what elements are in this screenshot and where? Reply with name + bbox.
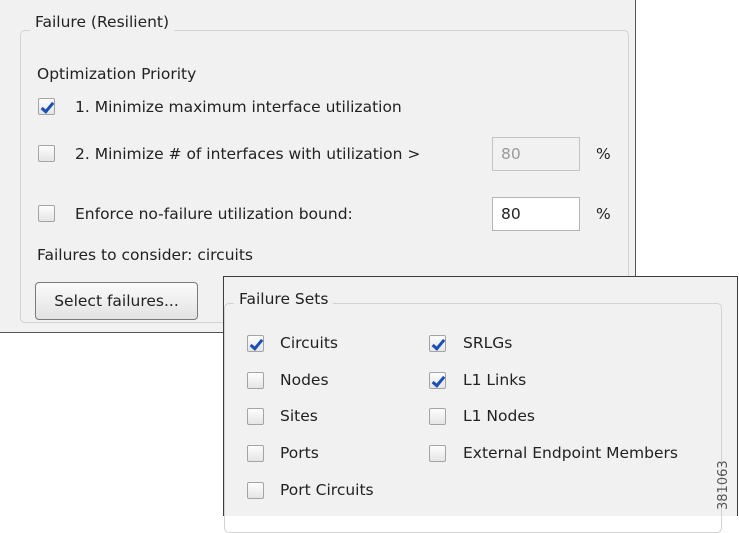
ports-checkbox[interactable] bbox=[247, 445, 264, 462]
figure-id: 381063 bbox=[716, 460, 731, 510]
minimize-interfaces-checkbox[interactable] bbox=[38, 145, 55, 162]
port-circuits-checkbox[interactable] bbox=[247, 482, 264, 499]
failure-resilient-title: Failure (Resilient) bbox=[30, 13, 175, 31]
optimization-priority-label: Optimization Priority bbox=[37, 65, 197, 83]
srlgs-checkbox[interactable] bbox=[429, 335, 446, 352]
enforce-bound-unit: % bbox=[596, 205, 611, 223]
failure-sets-dialog: Failure Sets Circuits Nodes Sites Ports … bbox=[223, 276, 738, 533]
external-endpoint-members-checkbox[interactable] bbox=[429, 445, 446, 462]
l1-links-checkbox[interactable] bbox=[429, 372, 446, 389]
sites-checkbox[interactable] bbox=[247, 408, 264, 425]
minimize-max-utilization-label: 1. Minimize maximum interface utilizatio… bbox=[75, 98, 402, 116]
minimize-max-utilization-checkbox[interactable] bbox=[38, 98, 55, 115]
circuits-label: Circuits bbox=[280, 334, 338, 352]
enforce-bound-checkbox[interactable] bbox=[38, 205, 55, 222]
external-endpoint-members-label: External Endpoint Members bbox=[463, 444, 678, 462]
port-circuits-label: Port Circuits bbox=[280, 481, 374, 499]
nodes-label: Nodes bbox=[280, 371, 329, 389]
l1-links-label: L1 Links bbox=[463, 371, 527, 389]
ports-label: Ports bbox=[280, 444, 319, 462]
utilization-threshold-input[interactable]: 80 bbox=[492, 137, 580, 171]
circuits-checkbox[interactable] bbox=[247, 335, 264, 352]
srlgs-label: SRLGs bbox=[463, 334, 513, 352]
failures-to-consider-label: Failures to consider: circuits bbox=[37, 246, 253, 264]
enforce-bound-label: Enforce no-failure utilization bound: bbox=[75, 205, 353, 223]
enforce-bound-input[interactable]: 80 bbox=[492, 197, 580, 231]
nodes-checkbox[interactable] bbox=[247, 372, 264, 389]
utilization-threshold-unit: % bbox=[596, 145, 611, 163]
failure-sets-title: Failure Sets bbox=[234, 290, 334, 308]
l1-nodes-checkbox[interactable] bbox=[429, 408, 446, 425]
minimize-interfaces-label: 2. Minimize # of interfaces with utiliza… bbox=[75, 145, 421, 163]
l1-nodes-label: L1 Nodes bbox=[463, 407, 535, 425]
sites-label: Sites bbox=[280, 407, 318, 425]
select-failures-button[interactable]: Select failures... bbox=[35, 282, 198, 320]
